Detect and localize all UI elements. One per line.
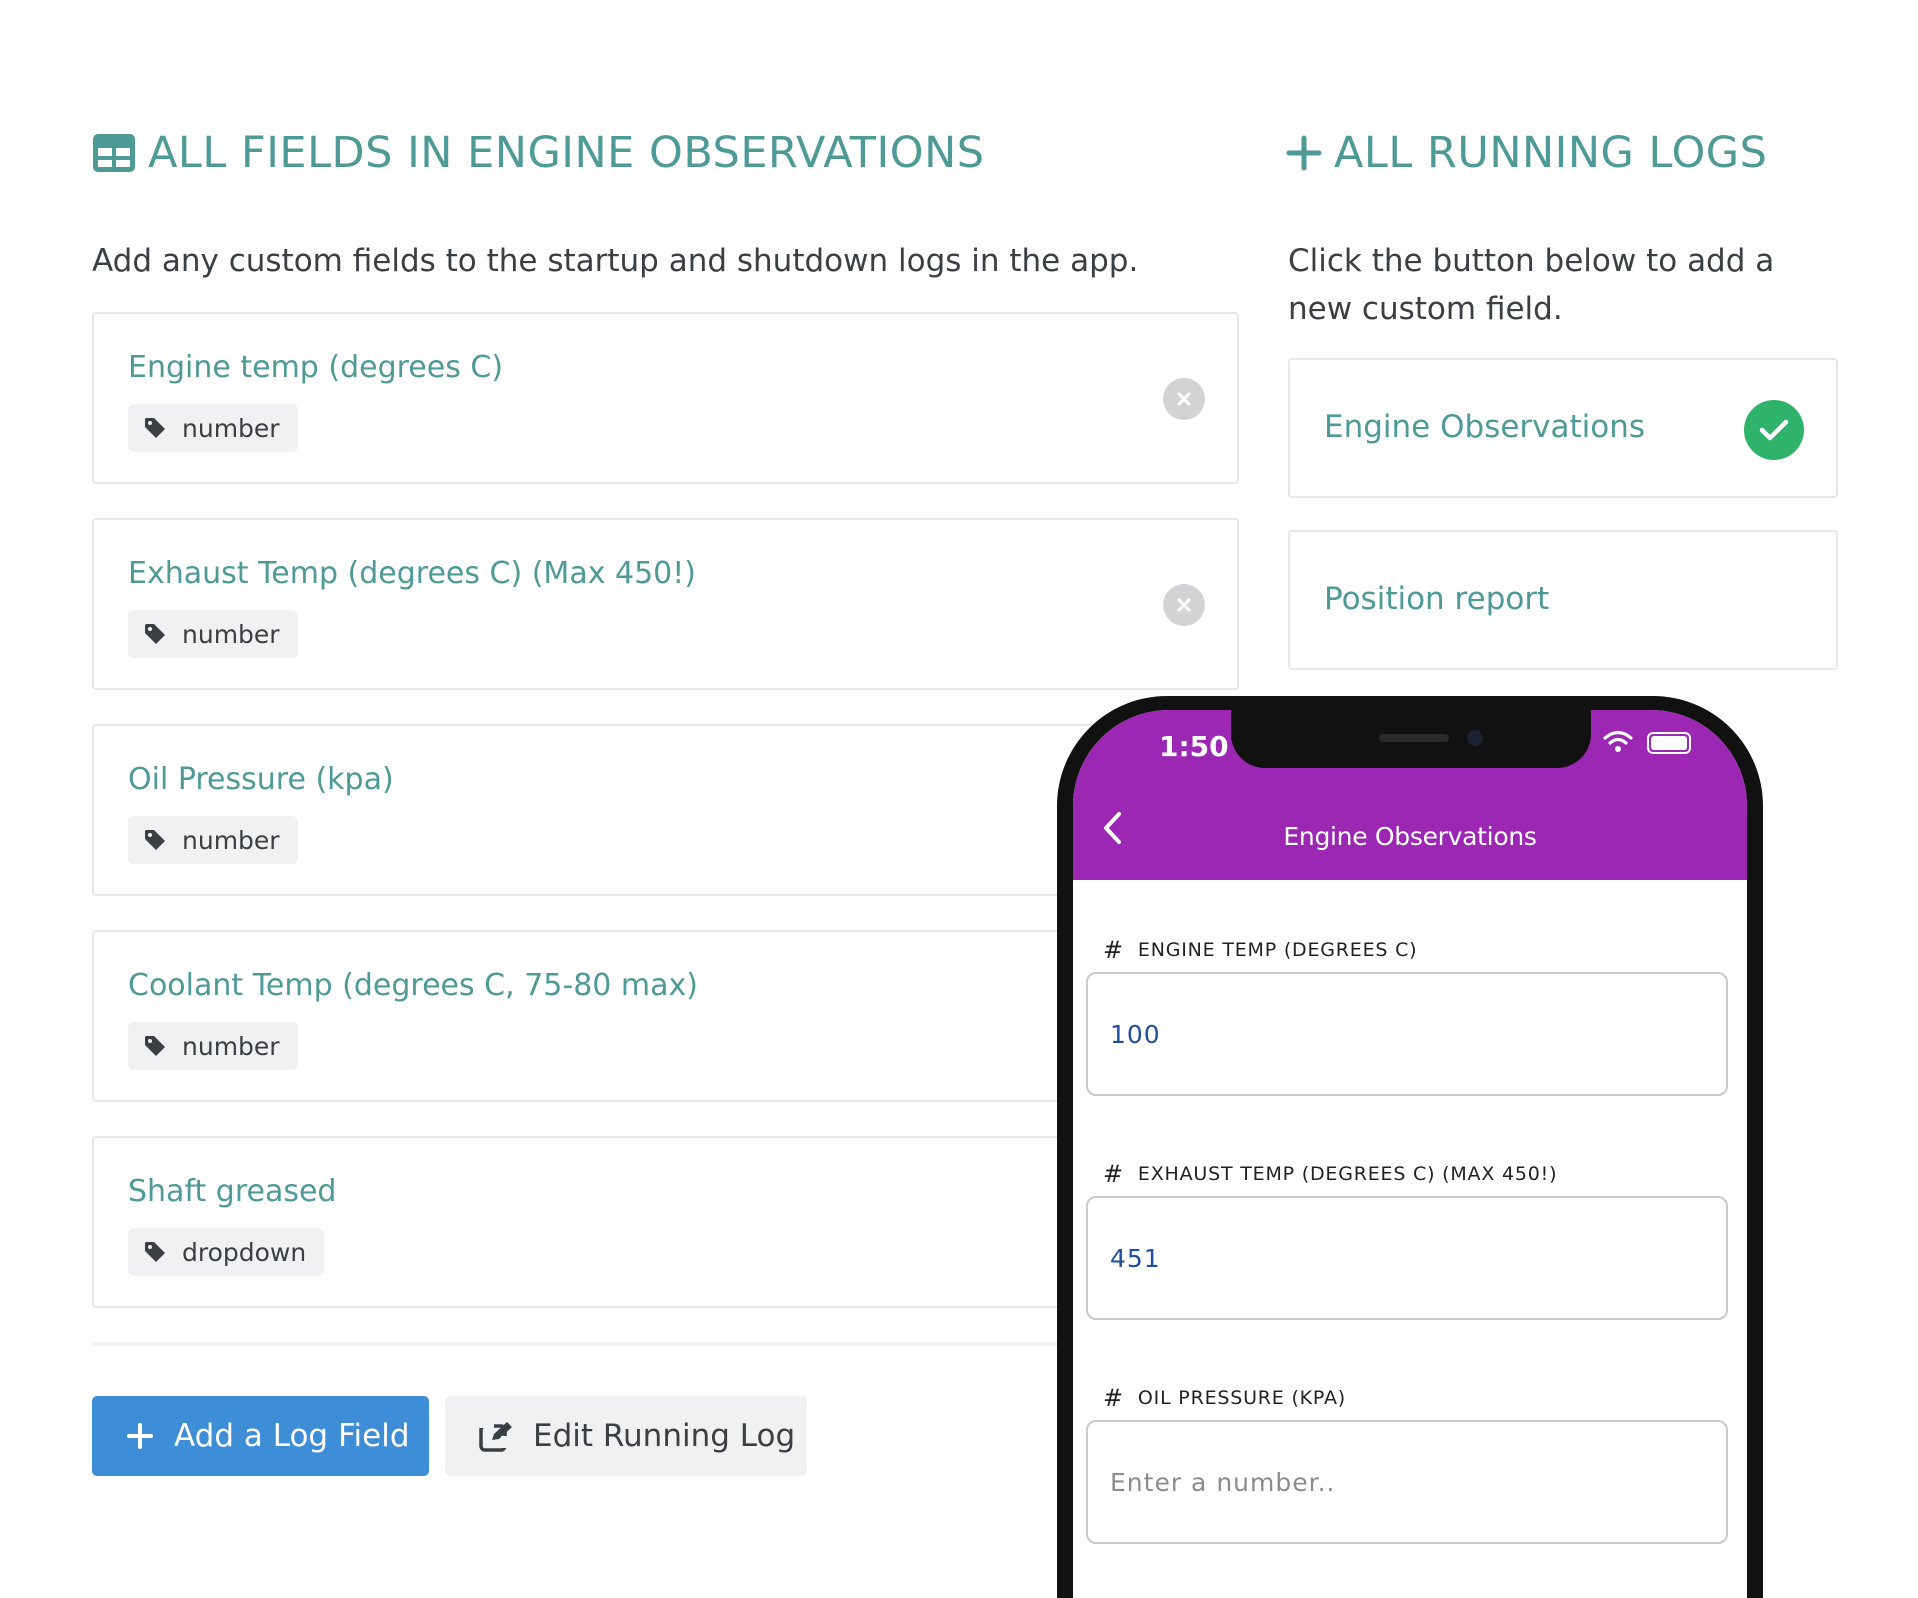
field-type-label: dropdown — [182, 1237, 307, 1267]
add-log-field-button[interactable]: Add a Log Field — [92, 1396, 429, 1476]
hash-icon: # — [1103, 936, 1124, 964]
field-type-label: number — [182, 619, 280, 649]
field-type-tag: number — [128, 610, 298, 658]
running-logs-heading-text: ALL RUNNING LOGS — [1334, 128, 1768, 178]
phone-screen: 1:50 Engine Observations # ENGINE TEMP (… — [1073, 710, 1747, 1598]
field-card: Exhaust Temp (degrees C) (Max 450!) numb… — [92, 518, 1239, 690]
edit-running-log-label: Edit Running Log — [533, 1418, 796, 1454]
add-log-field-label: Add a Log Field — [174, 1418, 410, 1454]
fields-heading-text: ALL FIELDS IN ENGINE OBSERVATIONS — [148, 128, 985, 178]
fields-description: Add any custom fields to the startup and… — [92, 243, 1139, 279]
running-logs-heading: ALL RUNNING LOGS — [1286, 128, 1767, 178]
field-type-tag: number — [128, 404, 298, 452]
running-log-engine-observations[interactable]: Engine Observations — [1288, 358, 1838, 498]
field-title: Coolant Temp (degrees C, 75-80 max) — [128, 968, 698, 1003]
phone-field-label: # OIL PRESSURE (KPA) — [1103, 1384, 1346, 1412]
edit-icon — [479, 1422, 512, 1452]
field-title: Oil Pressure (kpa) — [128, 762, 394, 797]
phone-mockup: 1:50 Engine Observations # ENGINE TEMP (… — [1057, 696, 1763, 1598]
plus-icon — [1286, 135, 1322, 171]
fields-heading: ALL FIELDS IN ENGINE OBSERVATIONS — [92, 128, 985, 178]
remove-field-button[interactable] — [1163, 584, 1205, 626]
running-log-position-report[interactable]: Position report — [1288, 530, 1838, 670]
check-icon — [1744, 400, 1804, 460]
oil-pressure-input[interactable]: Enter a number.. — [1086, 1420, 1728, 1544]
close-icon — [1177, 598, 1191, 612]
tag-icon — [145, 830, 165, 850]
tag-icon — [145, 1242, 165, 1262]
running-logs-description: Click the button below to add a new cust… — [1288, 243, 1775, 327]
hash-icon: # — [1103, 1160, 1124, 1188]
running-log-label: Engine Observations — [1324, 409, 1646, 445]
edit-running-log-button[interactable]: Edit Running Log — [445, 1396, 807, 1476]
tag-icon — [145, 1036, 165, 1056]
wifi-icon — [1603, 730, 1633, 752]
app-title: Engine Observations — [1283, 822, 1537, 851]
field-type-label: number — [182, 413, 280, 443]
field-type-tag: number — [128, 816, 298, 864]
speaker-grille — [1379, 734, 1449, 742]
phone-field-label-text: OIL PRESSURE (KPA) — [1137, 1387, 1346, 1409]
phone-field-label: # ENGINE TEMP (DEGREES C) — [1103, 936, 1417, 964]
field-type-label: number — [182, 1031, 280, 1061]
running-log-label: Position report — [1324, 581, 1550, 617]
field-title: Shaft greased — [128, 1174, 337, 1209]
phone-field-label-text: ENGINE TEMP (DEGREES C) — [1137, 939, 1418, 961]
app-header: 1:50 Engine Observations — [1073, 710, 1747, 880]
phone-field-label: # EXHAUST TEMP (DEGREES C) (MAX 450!) — [1103, 1160, 1557, 1188]
front-camera — [1467, 730, 1483, 746]
field-type-label: number — [182, 825, 280, 855]
close-icon — [1177, 392, 1191, 406]
battery-icon — [1647, 732, 1691, 754]
phone-notch — [1231, 710, 1591, 768]
field-type-tag: dropdown — [128, 1228, 325, 1276]
exhaust-temp-input[interactable]: 451 — [1086, 1196, 1728, 1320]
field-title: Exhaust Temp (degrees C) (Max 450!) — [128, 556, 696, 591]
tag-icon — [145, 418, 165, 438]
hash-icon: # — [1103, 1384, 1124, 1412]
phone-field-label-text: EXHAUST TEMP (DEGREES C) (MAX 450!) — [1137, 1163, 1558, 1185]
field-title: Engine temp (degrees C) — [128, 350, 504, 385]
tag-icon — [145, 624, 165, 644]
status-time: 1:50 — [1159, 730, 1229, 763]
remove-field-button[interactable] — [1163, 378, 1205, 420]
field-type-tag: number — [128, 1022, 298, 1070]
engine-temp-input[interactable]: 100 — [1086, 972, 1728, 1096]
plus-icon — [127, 1423, 153, 1449]
table-icon — [93, 134, 135, 172]
field-card: Engine temp (degrees C) number — [92, 312, 1239, 484]
